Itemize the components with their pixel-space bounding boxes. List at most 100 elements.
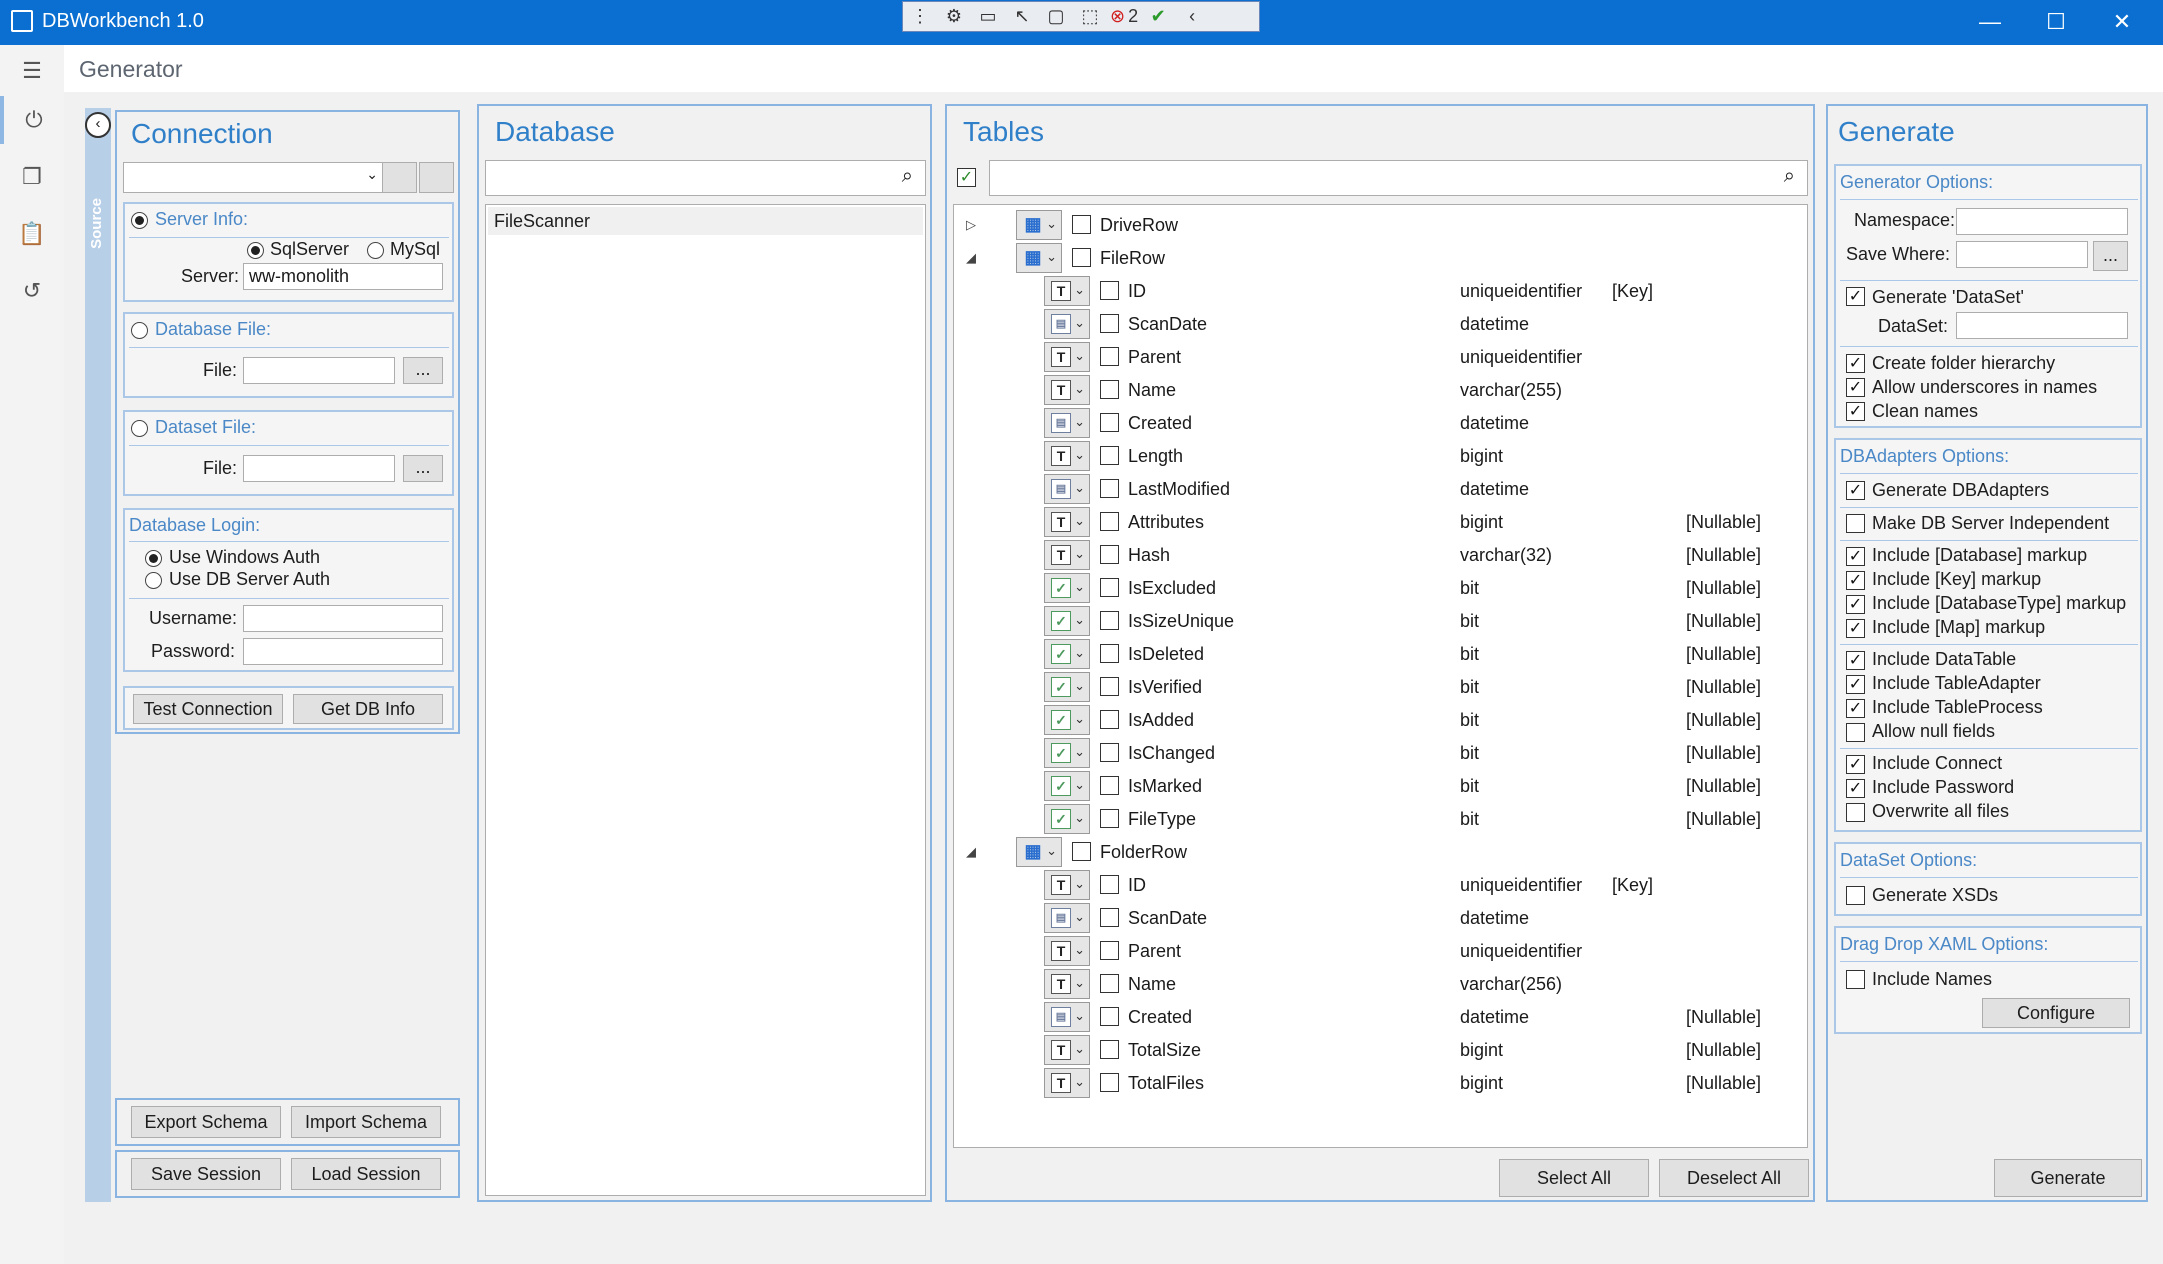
mysql-radio[interactable] — [367, 242, 384, 259]
select-all-checkbox[interactable]: ✓ — [957, 168, 976, 187]
gen-dbadapters-checkbox[interactable]: ✓ — [1846, 481, 1865, 500]
column-row[interactable]: T ⌄ Name varchar(255) — [954, 374, 1807, 407]
column-row[interactable]: ▤ ⌄ LastModified datetime — [954, 473, 1807, 506]
column-type-dropdown[interactable]: ✓ ⌄ — [1044, 738, 1090, 768]
row-checkbox[interactable] — [1100, 611, 1119, 630]
username-input[interactable] — [243, 605, 443, 632]
column-type-dropdown[interactable]: T ⌄ — [1044, 375, 1090, 405]
column-row[interactable]: ✓ ⌄ IsMarked bit [Nullable] — [954, 770, 1807, 803]
namespace-input[interactable] — [1956, 208, 2128, 235]
row-checkbox[interactable] — [1100, 512, 1119, 531]
windows-auth-radio[interactable] — [145, 550, 162, 567]
row-checkbox[interactable] — [1100, 1073, 1119, 1092]
row-checkbox[interactable] — [1100, 875, 1119, 894]
row-checkbox[interactable] — [1100, 578, 1119, 597]
sqlserver-radio[interactable] — [247, 242, 264, 259]
row-checkbox[interactable] — [1100, 908, 1119, 927]
list-item[interactable]: FileScanner — [488, 207, 923, 235]
column-row[interactable]: T ⌄ Length bigint — [954, 440, 1807, 473]
make-independent-checkbox[interactable] — [1846, 514, 1865, 533]
expanded-arrow-icon[interactable]: ◢ — [966, 250, 976, 266]
column-row[interactable]: T ⌄ ID uniqueidentifier [Key] — [954, 869, 1807, 902]
connection-button-2[interactable] — [419, 162, 454, 193]
column-type-dropdown[interactable]: ▤ ⌄ — [1044, 474, 1090, 504]
column-type-dropdown[interactable]: T ⌄ — [1044, 1068, 1090, 1098]
column-type-dropdown[interactable]: T ⌄ — [1044, 870, 1090, 900]
column-row[interactable]: ✓ ⌄ IsExcluded bit [Nullable] — [954, 572, 1807, 605]
clipboard-icon[interactable]: 📋 — [0, 210, 64, 258]
database-search-input[interactable]: ⌕ — [485, 160, 926, 196]
collapsed-arrow-icon[interactable]: ▷ — [966, 217, 976, 233]
column-type-dropdown[interactable]: T ⌄ — [1044, 1035, 1090, 1065]
record-icon[interactable]: ▭ — [974, 3, 1002, 31]
row-checkbox[interactable] — [1100, 446, 1119, 465]
row-checkbox[interactable] — [1100, 809, 1119, 828]
column-type-dropdown[interactable]: ✓ ⌄ — [1044, 771, 1090, 801]
table-node[interactable]: ▷ ▦ ⌄ DriveRow — [954, 209, 1807, 242]
column-type-dropdown[interactable]: ▤ ⌄ — [1044, 903, 1090, 933]
history-icon[interactable]: ↺ — [0, 267, 64, 315]
row-checkbox[interactable] — [1100, 479, 1119, 498]
inc-tableprocess-checkbox[interactable]: ✓ — [1846, 699, 1865, 718]
collapse-toolbar-icon[interactable]: ‹ — [1178, 3, 1206, 31]
database-file-input[interactable] — [243, 357, 395, 384]
get-db-info-button[interactable]: Get DB Info — [293, 694, 443, 724]
tables-search-input[interactable]: ⌕ — [989, 160, 1808, 196]
row-checkbox[interactable] — [1100, 281, 1119, 300]
inc-map-checkbox[interactable]: ✓ — [1846, 619, 1865, 638]
inc-datatable-checkbox[interactable]: ✓ — [1846, 651, 1865, 670]
column-type-dropdown[interactable]: T ⌄ — [1044, 276, 1090, 306]
row-checkbox[interactable] — [1100, 941, 1119, 960]
select-element-icon[interactable]: ↖ — [1008, 3, 1036, 31]
hamburger-icon[interactable]: ☰ — [0, 47, 64, 95]
column-type-dropdown[interactable]: ✓ ⌄ — [1044, 804, 1090, 834]
row-checkbox[interactable] — [1100, 743, 1119, 762]
source-tab[interactable]: Source — [85, 108, 111, 1202]
column-row[interactable]: T ⌄ Hash varchar(32) [Nullable] — [954, 539, 1807, 572]
column-type-dropdown[interactable]: ✓ ⌄ — [1044, 573, 1090, 603]
dataset-file-browse-button[interactable]: ... — [403, 455, 443, 482]
close-button[interactable]: ✕ — [2089, 0, 2155, 45]
export-schema-button[interactable]: Export Schema — [131, 1106, 281, 1138]
database-file-browse-button[interactable]: ... — [403, 357, 443, 384]
copy-icon[interactable]: ❐ — [0, 153, 64, 201]
column-type-dropdown[interactable]: ✓ ⌄ — [1044, 672, 1090, 702]
power-icon[interactable]: ⏻ — [0, 96, 64, 144]
include-names-checkbox[interactable] — [1846, 970, 1865, 989]
column-type-dropdown[interactable]: T ⌄ — [1044, 342, 1090, 372]
configure-button[interactable]: Configure — [1982, 998, 2130, 1028]
row-checkbox[interactable] — [1100, 1040, 1119, 1059]
load-session-button[interactable]: Load Session — [291, 1158, 441, 1190]
column-type-dropdown[interactable]: ✓ ⌄ — [1044, 639, 1090, 669]
server-info-radio[interactable] — [131, 212, 148, 229]
dataset-file-radio[interactable] — [131, 420, 148, 437]
row-checkbox[interactable] — [1100, 644, 1119, 663]
column-row[interactable]: T ⌄ Attributes bigint [Nullable] — [954, 506, 1807, 539]
column-row[interactable]: ✓ ⌄ FileType bit [Nullable] — [954, 803, 1807, 836]
row-checkbox[interactable] — [1100, 347, 1119, 366]
row-checkbox[interactable] — [1100, 545, 1119, 564]
inc-password-checkbox[interactable]: ✓ — [1846, 779, 1865, 798]
column-type-dropdown[interactable]: T ⌄ — [1044, 441, 1090, 471]
column-row[interactable]: ✓ ⌄ IsAdded bit [Nullable] — [954, 704, 1807, 737]
connection-dropdown[interactable]: ⌄ — [123, 162, 385, 193]
row-checkbox[interactable] — [1100, 710, 1119, 729]
check-icon[interactable]: ✔ — [1144, 3, 1172, 31]
save-where-browse-button[interactable]: ... — [2093, 241, 2128, 271]
column-type-dropdown[interactable]: T ⌄ — [1044, 936, 1090, 966]
column-row[interactable]: T ⌄ TotalSize bigint [Nullable] — [954, 1034, 1807, 1067]
gen-xsds-checkbox[interactable] — [1846, 886, 1865, 905]
test-connection-button[interactable]: Test Connection — [133, 694, 283, 724]
dataset-input[interactable] — [1956, 312, 2128, 339]
row-checkbox[interactable] — [1100, 413, 1119, 432]
column-type-dropdown[interactable]: T ⌄ — [1044, 540, 1090, 570]
table-node[interactable]: ◢ ▦ ⌄ FolderRow — [954, 836, 1807, 869]
column-row[interactable]: ▤ ⌄ Created datetime [Nullable] — [954, 1001, 1807, 1034]
row-checkbox[interactable] — [1100, 974, 1119, 993]
table-type-dropdown[interactable]: ▦ ⌄ — [1016, 243, 1062, 273]
inc-connect-checkbox[interactable]: ✓ — [1846, 755, 1865, 774]
row-checkbox[interactable] — [1100, 314, 1119, 333]
column-type-dropdown[interactable]: T ⌄ — [1044, 969, 1090, 999]
row-checkbox[interactable] — [1072, 215, 1091, 234]
binding-errors-icon[interactable]: ⊗ 2 — [1110, 3, 1138, 31]
